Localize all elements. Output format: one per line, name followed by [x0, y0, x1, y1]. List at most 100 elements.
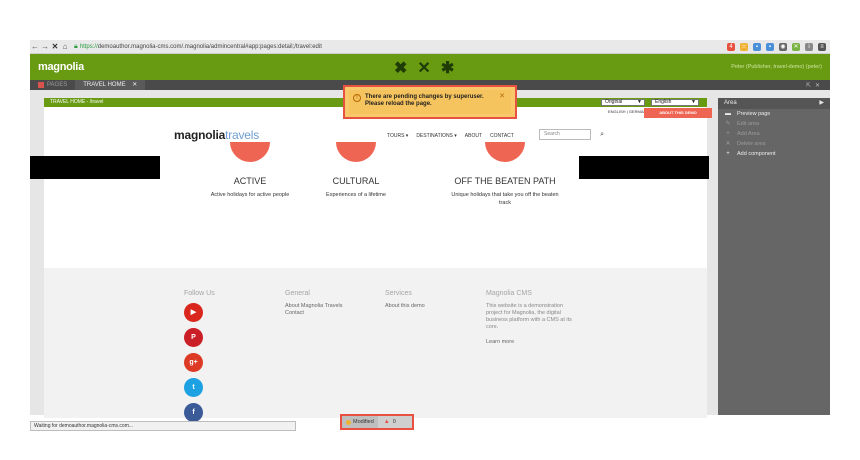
logo-text: travels — [225, 128, 260, 142]
nav-tours[interactable]: TOURS ▾ — [387, 133, 408, 139]
nav-destinations[interactable]: DESTINATIONS ▾ — [416, 133, 456, 139]
address-bar[interactable]: https://demoauthor.magnolia-cms.com/.mag… — [80, 44, 322, 50]
pending-changes-notification: ! There are pending changes by superuser… — [343, 85, 517, 119]
forward-icon[interactable]: → — [40, 42, 50, 51]
window-controls[interactable]: ⇱✕ — [806, 82, 824, 89]
action-label: Add Area — [737, 131, 760, 137]
action-add-component[interactable]: + Add component — [718, 149, 830, 159]
page-canvas[interactable]: TRAVEL HOME - /travel Original ▼ English ▼… — [30, 98, 712, 422]
close-icon: ✕ — [725, 141, 731, 147]
action-panel-header[interactable]: Area ▶ — [718, 98, 830, 109]
notification-body: ! There are pending changes by superuser… — [349, 90, 511, 114]
page-editor: TRAVEL HOME - /travel Original ▼ English ▼… — [30, 90, 830, 422]
footer-services: Services About this demo — [385, 290, 425, 310]
warning-icon: ▲ — [383, 419, 390, 425]
category-title[interactable]: OFF THE BEATEN PATH — [445, 176, 565, 186]
back-icon[interactable]: ← — [30, 42, 40, 51]
footer-text: This website is a demonstration project … — [486, 303, 572, 330]
site-logo[interactable]: magnoliatravels — [174, 128, 259, 142]
youtube-icon[interactable]: ▶ — [184, 303, 203, 322]
url-path: demoauthor.magnolia-cms.com/.magnolia/ad… — [97, 43, 322, 50]
tab-label: PAGES — [47, 82, 68, 88]
google-plus-icon[interactable]: g+ — [184, 353, 203, 372]
breadcrumb: TRAVEL HOME - /travel — [50, 99, 104, 105]
favorites-icon[interactable]: ✱ — [441, 58, 454, 78]
select-value: English — [655, 99, 672, 105]
select-value: Original — [605, 99, 623, 105]
app-header: magnolia ✖ ✕ ✱ Peter (Publisher, travel-… — [30, 54, 830, 80]
search-icon[interactable]: ⌕ — [600, 130, 604, 139]
pulse-icon[interactable]: ✕ — [417, 58, 430, 78]
status-label: Modified — [353, 419, 374, 425]
language-select[interactable]: English ▼ — [651, 99, 699, 106]
extension-icon[interactable]: ▪ — [766, 42, 774, 51]
learn-more-link[interactable]: Learn more — [486, 339, 574, 346]
category-desc: Active holidays for active people — [210, 192, 290, 198]
plus-icon: + — [726, 131, 730, 137]
action-panel-title: Area — [724, 100, 737, 106]
url-scheme: https:// — [79, 43, 98, 50]
extension-icon[interactable]: 4 — [727, 42, 735, 51]
footer-link[interactable]: About Magnolia Travels — [285, 303, 342, 310]
menu-icon[interactable]: ≡ — [818, 42, 826, 51]
star-icon[interactable]: ☆ — [740, 42, 748, 51]
footer-link[interactable]: Contact — [285, 310, 342, 317]
browser-extensions: 4 ☆ ▪ ▪ ◉ ✕ i ≡ — [727, 42, 826, 51]
action-add-area[interactable]: + Add Area — [718, 129, 830, 139]
footer-follow: Follow Us ▶ P g+ t f — [184, 290, 215, 428]
tab-label: TRAVEL HOME — [83, 82, 126, 88]
category-desc: Experiences of a lifetime — [326, 192, 386, 198]
extension-icon[interactable]: ✕ — [792, 42, 800, 51]
nav-about[interactable]: ABOUT — [465, 133, 482, 139]
chevron-down-icon: ▼ — [691, 99, 696, 105]
stop-icon[interactable]: ✕ — [50, 42, 60, 51]
black-banner-right — [579, 156, 709, 179]
modified-status[interactable]: Modified — [342, 416, 378, 428]
magnolia-logo[interactable]: magnolia — [38, 61, 84, 73]
footer-heading: Services — [385, 290, 412, 297]
action-label: Edit area — [737, 121, 760, 127]
user-menu[interactable]: Peter (Publisher, travel-demo) (peter) — [731, 64, 822, 70]
warning-count[interactable]: ▲ 0 — [378, 419, 402, 425]
action-edit-area[interactable]: ✎ Edit area — [718, 119, 830, 129]
category-title[interactable]: ACTIVE — [190, 176, 310, 186]
language-switch[interactable]: ENGLISH | GERMAN — [608, 109, 646, 114]
footer-heading: General — [285, 290, 310, 297]
category-title[interactable]: CULTURAL — [296, 176, 416, 186]
browser-toolbar: ← → ✕ ⌂ 🔒︎ https://demoauthor.magnolia-c… — [30, 40, 830, 54]
pinterest-icon[interactable]: P — [184, 328, 203, 347]
action-label: Delete area — [737, 141, 766, 147]
action-label: Preview page — [737, 111, 771, 117]
tab-travel-home[interactable]: TRAVEL HOME ✕ — [75, 80, 146, 90]
chevron-down-icon: ▼ — [637, 99, 642, 105]
version-select[interactable]: Original ▼ — [601, 99, 645, 106]
twitter-icon[interactable]: t — [184, 378, 203, 397]
collapse-icon[interactable]: ▶ — [819, 98, 824, 109]
preview-icon: ▬ — [725, 111, 731, 117]
extension-icon[interactable]: ◉ — [779, 42, 787, 51]
close-icon[interactable]: ✕ — [499, 92, 505, 100]
page-status-bar: Modified ▲ 0 — [340, 414, 414, 430]
plus-icon: + — [726, 151, 730, 157]
notification-line: There are pending changes by superuser. — [365, 94, 484, 100]
site-nav: TOURS ▾ DESTINATIONS ▾ ABOUT CONTACT — [387, 133, 514, 139]
nav-contact[interactable]: CONTACT — [490, 133, 514, 139]
search-input[interactable]: Search ⌕ — [539, 129, 604, 140]
browser-status-bar: Waiting for demoauthor.magnolia-cms.com.… — [30, 421, 296, 431]
close-icon[interactable]: ✕ — [132, 80, 137, 90]
app-launcher: ✖ ✕ ✱ — [394, 58, 454, 78]
footer-link[interactable]: About this demo — [385, 303, 425, 310]
home-icon[interactable]: ⌂ — [60, 42, 70, 51]
extension-icon[interactable]: i — [805, 42, 813, 51]
action-delete-area[interactable]: ✕ Delete area — [718, 139, 830, 149]
footer-heading: Magnolia CMS — [486, 290, 532, 297]
about-demo-link[interactable]: ABOUT THIS DEMO — [644, 108, 712, 118]
warning-count-value: 0 — [392, 419, 396, 425]
action-preview-page[interactable]: ▬ Preview page — [718, 109, 830, 119]
facebook-icon[interactable]: f — [184, 403, 203, 422]
edit-icon: ✎ — [725, 121, 731, 127]
tab-pages[interactable]: PAGES — [30, 80, 75, 90]
apps-icon[interactable]: ✖ — [394, 58, 407, 78]
action-panel: Area ▶ ▬ Preview page ✎ Edit area + Add … — [718, 98, 830, 415]
extension-icon[interactable]: ▪ — [753, 42, 761, 51]
